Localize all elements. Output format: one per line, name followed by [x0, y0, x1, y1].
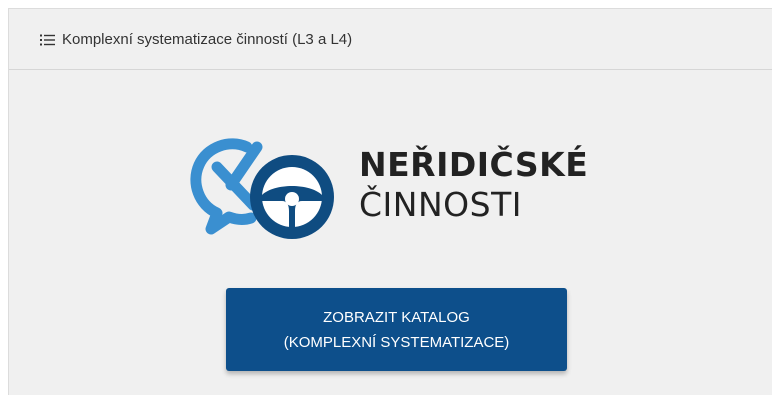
- logo-text-line2: ČINNOSTI: [359, 185, 522, 224]
- show-catalog-button[interactable]: ZOBRAZIT KATALOG (KOMPLEXNÍ SYSTEMATIZAC…: [226, 288, 567, 371]
- neridicske-cinnosti-logo: NEŘIDIČSKÉ ČINNOSTI: [189, 125, 619, 245]
- logo-text-line1: NEŘIDIČSKÉ: [359, 145, 589, 184]
- panel-header: Komplexní systematizace činností (L3 a L…: [9, 9, 772, 70]
- logo-mark-icon: [190, 138, 334, 239]
- list-icon: [40, 33, 55, 46]
- panel: Komplexní systematizace činností (L3 a L…: [8, 8, 772, 395]
- panel-body: NEŘIDIČSKÉ ČINNOSTI ZOBRAZIT KATALOG (KO…: [9, 70, 772, 396]
- show-catalog-button-line2: (KOMPLEXNÍ SYSTEMATIZACE): [283, 333, 510, 351]
- show-catalog-button-line1: ZOBRAZIT KATALOG: [323, 308, 470, 326]
- panel-title: Komplexní systematizace činností (L3 a L…: [62, 30, 353, 48]
